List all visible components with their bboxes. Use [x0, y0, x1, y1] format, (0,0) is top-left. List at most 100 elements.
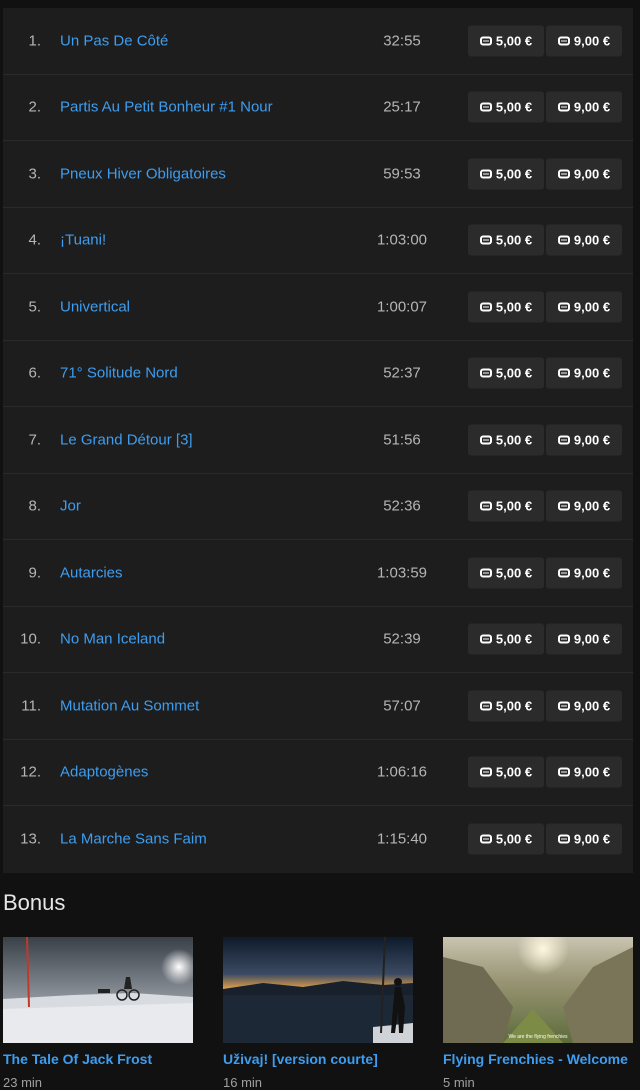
rent-button[interactable]: 5,00 € — [468, 25, 544, 57]
episode-title-link[interactable]: Univertical — [60, 298, 130, 315]
monitor-icon — [479, 568, 492, 578]
episode-number: 6. — [28, 364, 41, 382]
episode-title-link[interactable]: Autarcies — [60, 564, 123, 581]
episode-number: 3. — [28, 165, 41, 183]
buy-price: 9,00 € — [573, 166, 611, 182]
bonus-card[interactable]: The Tale Of Jack Frost 23 min — [3, 937, 193, 1090]
rent-price: 5,00 € — [495, 99, 533, 115]
episode-duration: 52:37 — [383, 364, 421, 382]
buy-button[interactable]: 9,00 € — [546, 25, 622, 57]
episode-number: 13. — [20, 830, 41, 848]
rent-button[interactable]: 5,00 € — [468, 91, 544, 123]
bonus-card[interactable]: We are the flying frenchies Flying Frenc… — [443, 937, 633, 1090]
episode-row: 8. Jor 52:36 5,00 € 9,00 € — [3, 474, 633, 540]
thumbnail-caption: We are the flying frenchies — [508, 1034, 568, 1040]
buy-price: 9,00 € — [573, 365, 611, 381]
monitor-icon — [557, 701, 570, 711]
episode-row: 3. Pneux Hiver Obligatoires 59:53 5,00 €… — [3, 141, 633, 208]
episode-number: 2. — [28, 98, 41, 116]
rent-button[interactable]: 5,00 € — [468, 291, 544, 323]
monitor-icon — [479, 36, 492, 46]
bonus-thumbnail-flying-frenchies[interactable]: We are the flying frenchies — [443, 937, 633, 1043]
episode-title-link[interactable]: Pneux Hiver Obligatoires — [60, 165, 226, 182]
rent-price: 5,00 € — [495, 698, 533, 714]
episode-title-link[interactable]: La Marche Sans Faim — [60, 831, 207, 848]
monitor-icon — [557, 501, 570, 511]
monitor-icon — [479, 834, 492, 844]
monitor-icon — [557, 568, 570, 578]
episode-duration: 59:53 — [383, 165, 421, 183]
episode-number: 10. — [20, 630, 41, 648]
buy-button[interactable]: 9,00 € — [546, 623, 622, 655]
episode-title-link[interactable]: Adaptogènes — [60, 764, 148, 781]
rent-button[interactable]: 5,00 € — [468, 756, 544, 788]
episode-title-link[interactable]: ¡Tuani! — [60, 232, 106, 249]
monitor-icon — [557, 302, 570, 312]
rent-button[interactable]: 5,00 € — [468, 424, 544, 456]
episode-row: 5. Univertical 1:00:07 5,00 € 9,00 € — [3, 274, 633, 341]
episode-title-link[interactable]: No Man Iceland — [60, 631, 165, 648]
episode-number: 9. — [28, 564, 41, 582]
rent-button[interactable]: 5,00 € — [468, 224, 544, 256]
rent-button[interactable]: 5,00 € — [468, 158, 544, 190]
episode-row: 4. ¡Tuani! 1:03:00 5,00 € 9,00 € — [3, 208, 633, 274]
monitor-icon — [479, 302, 492, 312]
bonus-card[interactable]: Uživaj! [version courte] 16 min — [223, 937, 413, 1090]
monitor-icon — [557, 36, 570, 46]
monitor-icon — [479, 102, 492, 112]
rent-price: 5,00 € — [495, 299, 533, 315]
rent-button[interactable]: 5,00 € — [468, 490, 544, 522]
buy-button[interactable]: 9,00 € — [546, 756, 622, 788]
episode-row: 12. Adaptogènes 1:06:16 5,00 € 9,00 € — [3, 740, 633, 806]
monitor-icon — [557, 235, 570, 245]
episode-title-link[interactable]: Un Pas De Côté — [60, 32, 168, 49]
buy-price: 9,00 € — [573, 432, 611, 448]
rent-price: 5,00 € — [495, 565, 533, 581]
buy-price: 9,00 € — [573, 299, 611, 315]
episode-row: 9. Autarcies 1:03:59 5,00 € 9,00 € — [3, 540, 633, 607]
buy-price: 9,00 € — [573, 698, 611, 714]
buy-button[interactable]: 9,00 € — [546, 424, 622, 456]
episode-title-link[interactable]: Mutation Au Sommet — [60, 697, 199, 714]
buy-button[interactable]: 9,00 € — [546, 490, 622, 522]
buy-button[interactable]: 9,00 € — [546, 690, 622, 722]
episode-row: 11. Mutation Au Sommet 57:07 5,00 € 9,00… — [3, 673, 633, 740]
bonus-title-link[interactable]: Flying Frenchies - Welcome — [443, 1051, 633, 1067]
episode-title-link[interactable]: Jor — [60, 498, 81, 515]
episode-number: 7. — [28, 431, 41, 449]
buy-button[interactable]: 9,00 € — [546, 357, 622, 389]
buy-button[interactable]: 9,00 € — [546, 823, 622, 855]
episode-duration: 1:03:59 — [376, 564, 428, 582]
monitor-icon — [479, 169, 492, 179]
buy-price: 9,00 € — [573, 631, 611, 647]
rent-price: 5,00 € — [495, 166, 533, 182]
bonus-thumbnail-jack-frost[interactable] — [3, 937, 193, 1043]
episode-row: 6. 71° Solitude Nord 52:37 5,00 € 9,00 € — [3, 341, 633, 407]
bonus-title-link[interactable]: Uživaj! [version courte] — [223, 1051, 413, 1067]
bonus-thumbnail-uzivaj[interactable] — [223, 937, 413, 1043]
episode-duration: 1:06:16 — [376, 763, 428, 781]
episode-number: 5. — [28, 298, 41, 316]
buy-button[interactable]: 9,00 € — [546, 91, 622, 123]
episode-title-link[interactable]: Le Grand Détour [3] — [60, 431, 193, 448]
episode-title-link[interactable]: 71° Solitude Nord — [60, 365, 178, 382]
buy-button[interactable]: 9,00 € — [546, 557, 622, 589]
episode-title-link[interactable]: Partis Au Petit Bonheur #1 Nour — [60, 99, 273, 116]
rent-button[interactable]: 5,00 € — [468, 823, 544, 855]
rent-price: 5,00 € — [495, 764, 533, 780]
episode-number: 8. — [28, 497, 41, 515]
episode-duration: 52:36 — [383, 497, 421, 515]
rent-button[interactable]: 5,00 € — [468, 357, 544, 389]
monitor-icon — [479, 767, 492, 777]
buy-price: 9,00 € — [573, 498, 611, 514]
buy-button[interactable]: 9,00 € — [546, 291, 622, 323]
rent-button[interactable]: 5,00 € — [468, 690, 544, 722]
rent-button[interactable]: 5,00 € — [468, 623, 544, 655]
rent-button[interactable]: 5,00 € — [468, 557, 544, 589]
bonus-title-link[interactable]: The Tale Of Jack Frost — [3, 1051, 193, 1067]
buy-button[interactable]: 9,00 € — [546, 224, 622, 256]
bonus-heading: Bonus — [3, 890, 66, 915]
episode-duration: 1:00:07 — [376, 298, 428, 316]
buy-button[interactable]: 9,00 € — [546, 158, 622, 190]
buy-price: 9,00 € — [573, 831, 611, 847]
